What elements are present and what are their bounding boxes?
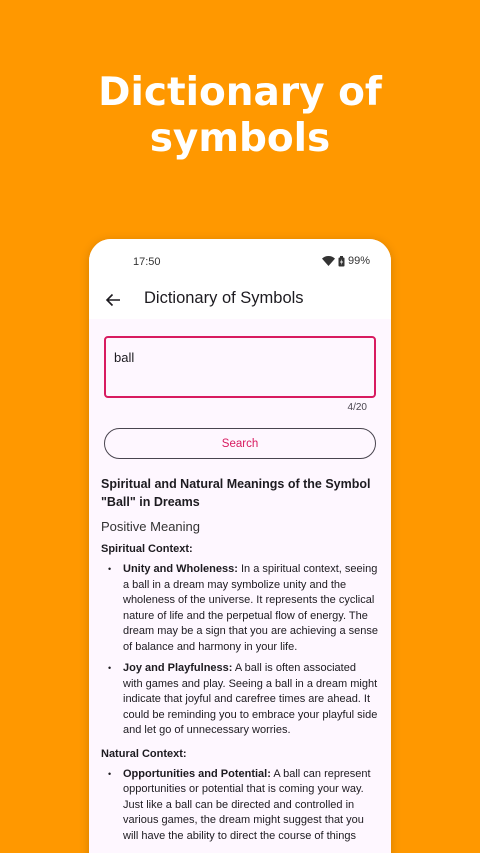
search-input-value: ball bbox=[114, 350, 135, 365]
promo-headline: Dictionary of symbols bbox=[0, 70, 480, 162]
status-time: 17:50 bbox=[133, 256, 161, 268]
context-title-natural: Natural Context: bbox=[101, 747, 187, 760]
list-item-term: Unity and Wholeness: bbox=[123, 563, 238, 575]
main-content: ball 4/20 Search Spiritual and Natural M… bbox=[89, 319, 391, 844]
wifi-icon bbox=[321, 256, 335, 266]
app-bar: Dictionary of Symbols bbox=[89, 285, 391, 319]
section-title: Positive Meaning bbox=[101, 519, 200, 534]
list-item-term: Joy and Playfulness: bbox=[123, 662, 233, 674]
list-item-text: In a spiritual context, seeing a ball in… bbox=[123, 563, 378, 653]
list-item: Unity and Wholeness: In a spiritual cont… bbox=[104, 562, 378, 655]
page-title: Dictionary of Symbols bbox=[144, 289, 304, 307]
natural-list: Opportunities and Potential: A ball can … bbox=[104, 767, 376, 845]
phone-frame: 17:50 99% Dictionary of Symbols ball 4/2… bbox=[89, 239, 391, 853]
character-counter: 4/20 bbox=[347, 402, 367, 413]
search-button[interactable]: Search bbox=[104, 428, 376, 459]
status-icons: 99% bbox=[321, 255, 370, 267]
result-title: Spiritual and Natural Meanings of the Sy… bbox=[101, 477, 371, 509]
promo-headline-line1: Dictionary of bbox=[98, 70, 382, 115]
list-item: Joy and Playfulness: A ball is often ass… bbox=[104, 661, 378, 739]
back-arrow-icon[interactable] bbox=[101, 288, 125, 312]
status-bar: 17:50 99% bbox=[89, 239, 391, 285]
list-item: Opportunities and Potential: A ball can … bbox=[104, 767, 378, 845]
list-item-term: Opportunities and Potential: bbox=[123, 767, 271, 780]
battery-icon bbox=[338, 255, 345, 267]
promo-headline-line2: symbols bbox=[149, 116, 331, 161]
battery-percent: 99% bbox=[347, 255, 370, 267]
spiritual-list: Unity and Wholeness: In a spiritual cont… bbox=[104, 562, 378, 739]
context-title-spiritual: Spiritual Context: bbox=[101, 543, 193, 555]
symbol-search-input[interactable]: ball bbox=[104, 336, 376, 398]
